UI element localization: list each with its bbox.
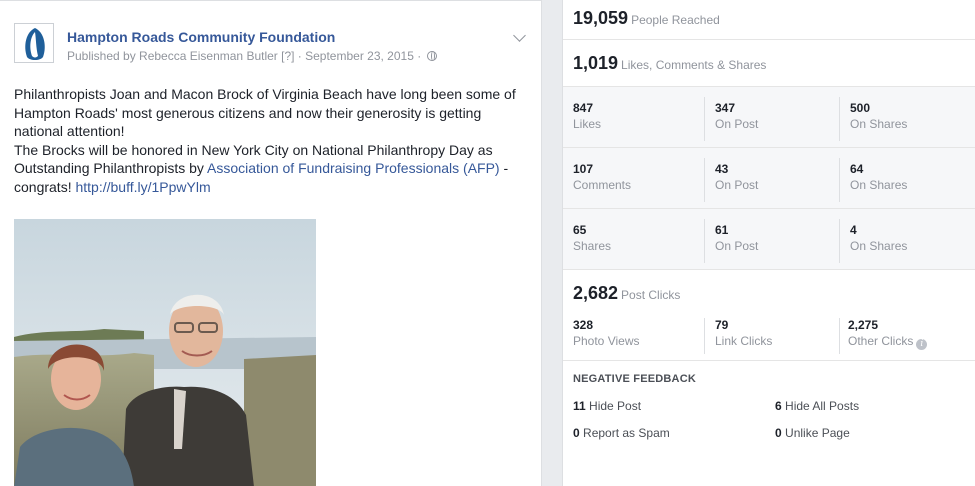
link-clicks-value: 79 <box>715 318 729 332</box>
hide-all-value: 6 <box>775 399 782 413</box>
likes-on-shares-cell: 500 On Shares <box>839 97 971 141</box>
engagement-label: Likes, Comments & Shares <box>621 58 767 72</box>
buffly-link[interactable]: http://buff.ly/1PpwYlm <box>75 179 210 195</box>
negative-feedback-title: NEGATIVE FEEDBACK <box>573 373 696 385</box>
comments-on-post-cell: 43 On Post <box>704 158 836 202</box>
shares-total-cell: 65 Shares <box>573 209 705 270</box>
post-paragraph-1: Philanthropists Joan and Macon Brock of … <box>14 86 516 139</box>
unlike-page-value: 0 <box>775 426 782 440</box>
photo-views-label: Photo Views <box>573 334 640 348</box>
other-clicks-label: Other Clicks <box>848 334 914 348</box>
comments-total: 107 <box>573 162 594 176</box>
engagement-section: 1,019 Likes, Comments & Shares <box>563 40 975 87</box>
likes-on-post-label: On Post <box>715 117 759 131</box>
post-clicks-headline: 2,682 Post Clicks <box>573 283 680 304</box>
shares-row: 65 Shares 61 On Post 4 On Shares <box>563 209 975 270</box>
comments-total-label: Comments <box>573 178 632 192</box>
post-clicks-label: Post Clicks <box>621 288 681 302</box>
shares-on-shares-cell: 4 On Shares <box>839 219 971 263</box>
comments-total-cell: 107 Comments <box>573 148 705 209</box>
shares-total-label: Shares <box>573 239 612 253</box>
post-insights-panel: 19,059 People Reached 1,019 Likes, Comment… <box>562 0 975 486</box>
link-clicks-cell: 79 Link Clicks <box>704 318 836 354</box>
comments-on-shares: 64 <box>850 162 864 176</box>
globe-icon <box>426 51 437 61</box>
comments-on-shares-label: On Shares <box>850 178 908 192</box>
hide-post-value: 11 <box>573 399 586 413</box>
likes-total: 847 <box>573 101 594 115</box>
reach-section: 19,059 People Reached <box>563 0 975 40</box>
shares-total: 65 <box>573 223 587 237</box>
likes-on-shares-label: On Shares <box>850 117 908 131</box>
comments-on-post: 43 <box>715 162 729 176</box>
page-name-link[interactable]: Hampton Roads Community Foundation <box>67 29 335 45</box>
likes-on-post-cell: 347 On Post <box>704 97 836 141</box>
likes-total-label: Likes <box>573 117 602 131</box>
report-spam-stat: 0 Report as Spam <box>573 426 670 440</box>
reach-value: 19,059 <box>573 8 629 28</box>
post-clicks-value: 2,682 <box>573 283 619 303</box>
likes-row: 847 Likes 347 On Post 500 On Shares <box>563 87 975 148</box>
comments-on-post-label: On Post <box>715 178 759 192</box>
likes-on-shares: 500 <box>850 101 871 115</box>
link-clicks-label: Link Clicks <box>715 334 773 348</box>
reach-label: People Reached <box>631 13 720 27</box>
shares-on-post-cell: 61 On Post <box>704 219 836 263</box>
other-clicks-cell: 2,275 Other Clicks i <box>839 318 969 354</box>
unlike-page-stat: 0 Unlike Page <box>775 426 850 440</box>
engagement-value: 1,019 <box>573 53 619 73</box>
report-spam-value: 0 <box>573 426 580 440</box>
other-clicks-value: 2,275 <box>848 318 879 332</box>
post-header: Hampton Roads Community Foundation Publi… <box>14 23 534 63</box>
report-spam-label: Report as Spam <box>583 426 670 440</box>
post-text: Philanthropists Joan and Macon Brock of … <box>14 85 534 196</box>
post-byline: Published by Rebecca Eisenman Butler [?]… <box>67 49 437 63</box>
engagement-headline: 1,019 Likes, Comments & Shares <box>573 53 766 74</box>
likes-total-cell: 847 Likes <box>573 87 705 148</box>
engagement-breakdown: 847 Likes 347 On Post 500 On Shares 107 Comm… <box>563 87 975 270</box>
post-paragraph-2: The Brocks will be honored in New York C… <box>14 141 534 197</box>
post-photo[interactable] <box>14 219 316 486</box>
info-icon[interactable]: i <box>916 339 928 350</box>
afp-link[interactable]: Association of Fundraising Professionals… <box>207 160 500 176</box>
reach-headline: 19,059 People Reached <box>573 8 720 29</box>
hide-post-label: Hide Post <box>589 399 642 413</box>
shares-on-post-label: On Post <box>715 239 759 253</box>
likes-on-post: 347 <box>715 101 736 115</box>
photo-views-value: 328 <box>573 318 594 332</box>
shares-on-shares-label: On Shares <box>850 239 908 253</box>
photo-views-cell: 328 Photo Views <box>573 318 703 354</box>
byline-text: Published by Rebecca Eisenman Butler [?]… <box>67 49 422 63</box>
page-logo[interactable] <box>14 23 54 63</box>
unlike-page-label: Unlike Page <box>785 426 850 440</box>
hide-post-stat: 11 Hide Post <box>573 399 641 413</box>
comments-row: 107 Comments 43 On Post 64 On Shares <box>563 148 975 209</box>
shares-on-post: 61 <box>715 223 729 237</box>
shares-on-shares: 4 <box>850 223 857 237</box>
hide-all-posts-stat: 6 Hide All Posts <box>775 399 859 413</box>
other-clicks-label-wrap: Other Clicks i <box>848 334 928 350</box>
comments-on-shares-cell: 64 On Shares <box>839 158 971 202</box>
post-card: Hampton Roads Community Foundation Publi… <box>0 0 542 486</box>
hide-all-label: Hide All Posts <box>785 399 860 413</box>
